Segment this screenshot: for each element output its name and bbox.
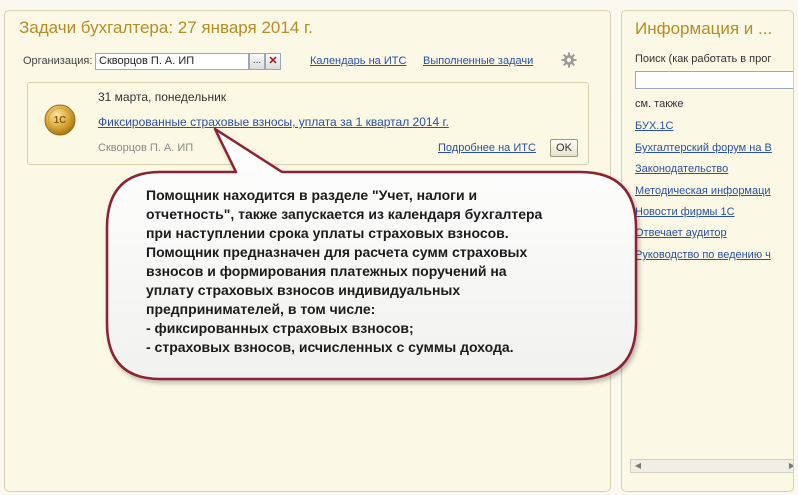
scroll-right-icon[interactable]: ▶ [786, 461, 793, 471]
gear-icon[interactable] [561, 52, 577, 68]
info-link-legislation[interactable]: Законодательство [635, 163, 728, 175]
horizontal-scrollbar[interactable]: ◀ ▶ [630, 459, 793, 473]
callout-line: Помощник находится в разделе "Учет, нало… [146, 187, 478, 203]
info-link-forum[interactable]: Бухгалтерский форум на В [635, 142, 772, 154]
more-on-its-link[interactable]: Подробнее на ИТС [438, 142, 536, 154]
task-title-link[interactable]: Фиксированные страховые взносы, уплата з… [98, 115, 449, 129]
svg-text:1С: 1С [54, 115, 67, 126]
info-link-manual[interactable]: Руководство по ведению ч [635, 249, 771, 261]
search-input[interactable] [635, 71, 793, 89]
ok-button[interactable]: OK [550, 139, 578, 157]
info-link-news[interactable]: Новости фирмы 1С [635, 206, 735, 218]
callout-line: отчетность", также запускается из календ… [146, 206, 543, 222]
callout-line: взносов и формирования платежных поручен… [146, 263, 507, 279]
info-link-methodical[interactable]: Методическая информаци [635, 185, 771, 197]
callout-line: - фиксированных страховых взносов; [146, 320, 414, 336]
see-also-label: см. также [635, 98, 684, 110]
callout-line: предпринимателей, в том числе: [146, 301, 376, 317]
callout-line: - страховых взносов, исчисленных с суммы… [146, 339, 514, 355]
scroll-left-icon[interactable]: ◀ [632, 461, 644, 471]
task-organization: Скворцов П. А. ИП [98, 142, 194, 154]
search-label: Поиск (как работать в прог [635, 53, 772, 65]
task-date: 31 марта, понедельник [98, 90, 227, 104]
callout-text: Помощник находится в разделе "Учет, нало… [146, 186, 616, 357]
info-panel-title: Информация и ... [635, 19, 773, 38]
info-link-auditor[interactable]: Отвечает аудитор [635, 227, 727, 239]
organization-field[interactable]: Скворцов П. А. ИП [95, 53, 249, 70]
done-tasks-link[interactable]: Выполненные задачи [423, 55, 533, 67]
calendar-its-link[interactable]: Календарь на ИТС [310, 55, 406, 67]
page-title: Задачи бухгалтера: 27 января 2014 г. [19, 18, 313, 37]
info-link-buh1c[interactable]: БУХ.1С [635, 120, 673, 132]
callout-line: при наступлении срока уплаты страховых в… [146, 225, 509, 241]
callout-line: Помощник предназначен для расчета сумм с… [146, 244, 528, 260]
coin-icon: 1С [44, 104, 76, 136]
info-panel: Информация и ... Поиск (как работать в п… [621, 10, 794, 492]
callout-line: уплату страховых взносов индивидуальных [146, 282, 461, 298]
organization-clear-button[interactable]: ✕ [265, 53, 281, 70]
organization-select-button[interactable]: ... [249, 53, 265, 70]
organization-label: Организация: [23, 55, 93, 67]
